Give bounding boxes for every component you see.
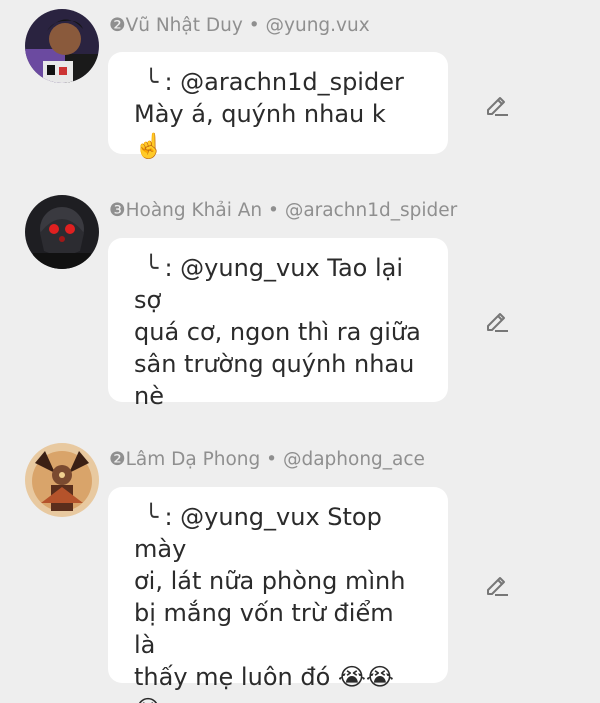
- comment-text-line: Mày á, quýnh nhau k ☝️: [134, 100, 386, 160]
- comment-text-line: bị mắng vốn trừ điểm là: [134, 599, 394, 659]
- reply-mention[interactable]: : @arachn1d_spider: [164, 68, 403, 96]
- reply-line: ╰: @yung_vux Tao lại sợ: [134, 252, 422, 316]
- comment-bubble[interactable]: ╰: @yung_vux Stop mày ơi, lát nữa phòng …: [108, 487, 448, 703]
- comment-bubble[interactable]: ╰: @yung_vux Tao lại sợ quá cơ, ngon thì…: [108, 238, 448, 410]
- reply-icon: ╰: [144, 254, 159, 282]
- author-name[interactable]: ❷Vũ Nhật Duy: [109, 15, 243, 36]
- separator-dot: •: [248, 15, 260, 36]
- comment-text-line: thấy mẹ luôn đó 😭😭: [134, 663, 394, 691]
- pencil-edit-icon[interactable]: [483, 90, 511, 118]
- author-name[interactable]: ❸Hoàng Khải An: [109, 200, 262, 221]
- reply-icon: ╰: [144, 68, 159, 96]
- reply-line: ╰: @yung_vux Stop mày: [134, 501, 422, 565]
- comment-text-line: nè: [134, 382, 164, 410]
- separator-dot: •: [266, 449, 278, 470]
- pencil-edit-icon[interactable]: [483, 306, 511, 334]
- avatar[interactable]: [25, 195, 99, 269]
- reply-mention[interactable]: : @yung_vux Stop mày: [134, 503, 382, 563]
- comment-header: ❷Lâm Dạ Phong • @daphong_ace: [109, 449, 425, 470]
- avatar[interactable]: [25, 443, 99, 517]
- comment-text-line: 😭: [134, 693, 422, 703]
- avatar[interactable]: [25, 9, 99, 83]
- reply-mention[interactable]: : @yung_vux Tao lại sợ: [134, 254, 403, 314]
- comment-text-line: sân trường quýnh nhau: [134, 350, 415, 378]
- reply-icon: ╰: [144, 503, 159, 531]
- comment-text-line: ơi, lát nữa phòng mình: [134, 567, 406, 595]
- author-handle[interactable]: @arachn1d_spider: [285, 200, 457, 221]
- separator-dot: •: [268, 200, 279, 221]
- reply-line: ╰: @arachn1d_spider: [134, 66, 422, 98]
- pencil-edit-icon[interactable]: [483, 570, 511, 598]
- comment-bubble[interactable]: ╰: @arachn1d_spider Mày á, quýnh nhau k …: [108, 52, 448, 160]
- author-handle[interactable]: @yung.vux: [266, 15, 370, 36]
- author-handle[interactable]: @daphong_ace: [283, 449, 425, 470]
- comment-header: ❸Hoàng Khải An • @arachn1d_spider: [109, 200, 457, 221]
- comment-text-line: quá cơ, ngon thì ra giữa: [134, 318, 421, 346]
- author-name[interactable]: ❷Lâm Dạ Phong: [109, 449, 260, 470]
- comment-header: ❷Vũ Nhật Duy • @yung.vux: [109, 15, 370, 36]
- comment-thread: ❷Vũ Nhật Duy • @yung.vux ╰: @arachn1d_sp…: [0, 0, 600, 703]
